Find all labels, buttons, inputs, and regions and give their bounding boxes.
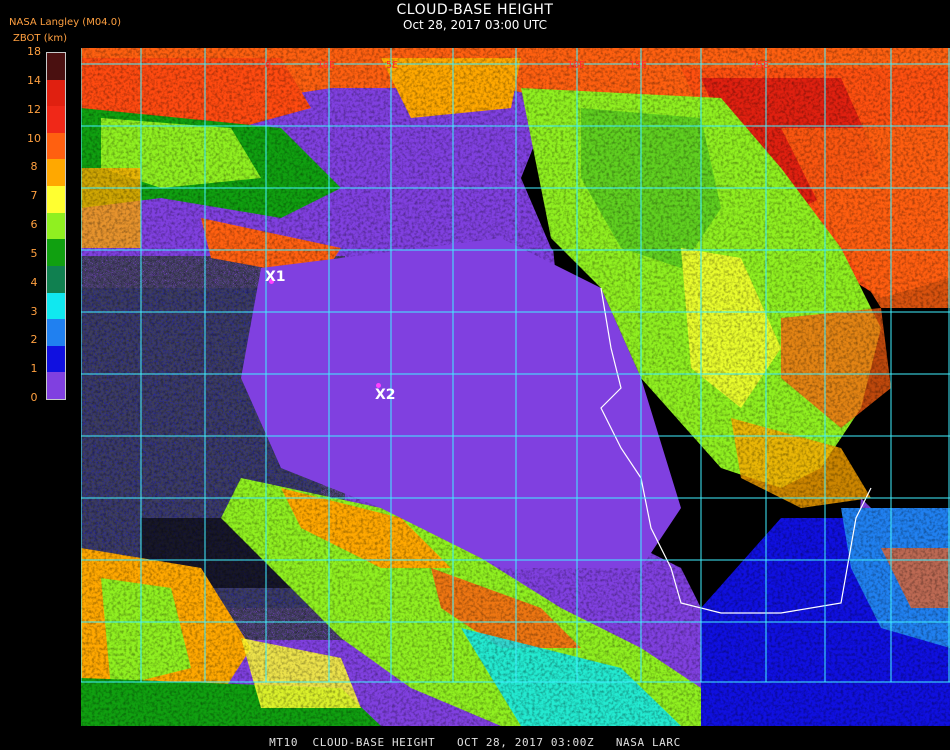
scale-tick-label: 5	[30, 246, 38, 260]
scale-tick-label: 14	[27, 73, 41, 87]
scale-tick-label: 12	[27, 102, 41, 116]
product-label: NASA Langley (M04.0)	[9, 17, 121, 28]
satellite-map[interactable]: X1 X2 0 10E 5E 10E 15E 25E	[81, 48, 950, 726]
scale-tick-label: 18	[27, 45, 41, 58]
scale-segment	[47, 345, 65, 373]
units-label: ZBOT (km)	[13, 33, 68, 44]
map-subtitle: Oct 28, 2017 03:00 UTC	[403, 18, 547, 32]
lon-label: 10E	[567, 60, 586, 71]
scale-segment	[47, 79, 65, 107]
scale-segment	[47, 372, 65, 400]
lon-label: 15E	[629, 60, 648, 71]
scale-tick-label: 0	[30, 391, 38, 404]
scale-tick-label: 10	[27, 131, 41, 145]
scale-tick-label: 2	[30, 333, 38, 347]
scale-segment	[47, 186, 65, 214]
lon-label: 10E	[317, 60, 336, 71]
scale-tick-label: 3	[30, 304, 38, 318]
map-title: CLOUD-BASE HEIGHT	[396, 2, 554, 18]
scale-segment	[47, 159, 65, 187]
footer-caption: MT10 CLOUD-BASE HEIGHT OCT 28, 2017 03:0…	[269, 736, 681, 749]
scale-segment	[47, 292, 65, 320]
scale-tick-label: 1	[30, 362, 38, 376]
scale-segment	[47, 53, 65, 81]
lon-label: 0	[265, 60, 272, 71]
lon-label: 25E	[751, 60, 770, 71]
scale-segment	[47, 319, 65, 347]
scale-segment	[47, 132, 65, 160]
lon-label: 5E	[386, 60, 399, 71]
scale-tick-label: 4	[30, 275, 38, 289]
scale-segment	[47, 239, 65, 267]
scale-segment	[47, 106, 65, 134]
scale-tick-label: 6	[30, 218, 38, 231]
color-scale-bar	[46, 52, 66, 400]
scale-segment	[47, 212, 65, 240]
scale-tick-label: 8	[30, 160, 38, 174]
marker-x1-label[interactable]: X1	[265, 269, 286, 285]
scale-segment	[47, 265, 65, 294]
scale-tick-label: 7	[30, 189, 38, 203]
marker-x2-label[interactable]: X2	[375, 387, 396, 403]
map-canvas	[81, 48, 950, 726]
